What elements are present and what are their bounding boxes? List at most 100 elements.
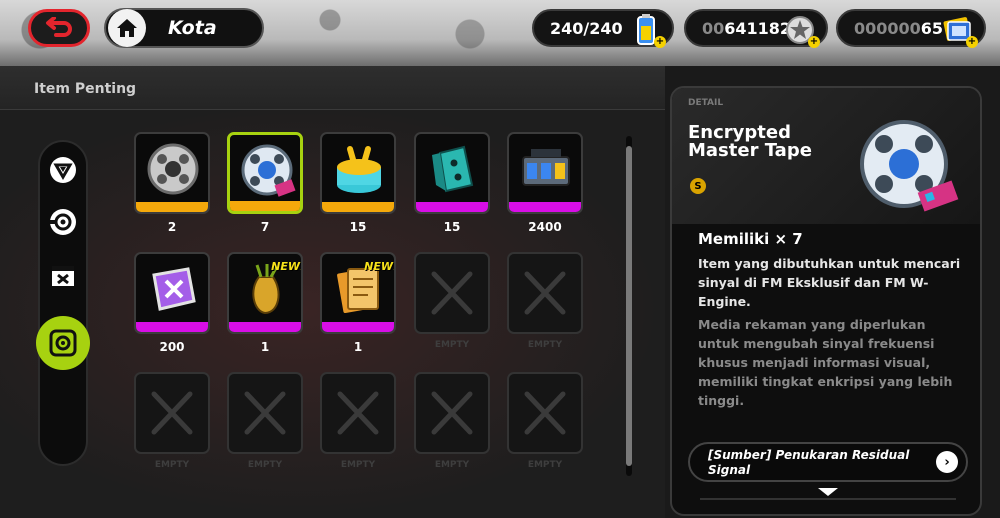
battery-icon: + <box>628 12 666 48</box>
battery-counter[interactable]: 240/240 + <box>532 9 674 48</box>
item-slot[interactable]: 15 <box>320 132 396 236</box>
rarity-bar <box>322 202 394 212</box>
battery-value: 240/240 <box>550 18 623 38</box>
empty-card <box>227 372 303 454</box>
ticket-counter[interactable]: 000000 65 + <box>836 9 986 48</box>
empty-label: EMPTY <box>527 460 563 470</box>
battery-pack-icon <box>515 139 577 199</box>
item-card[interactable]: NEW! <box>227 252 303 334</box>
divider <box>700 498 956 500</box>
empty-slot: EMPTY <box>414 372 490 476</box>
item-card[interactable] <box>227 132 303 214</box>
owned-count: Memiliki × 7 <box>698 230 803 248</box>
item-card[interactable]: NEW! <box>320 252 396 334</box>
location-label: Kota <box>168 17 217 39</box>
item-slot[interactable]: NEW! 1 <box>320 252 396 356</box>
item-slot-selected[interactable]: 7 <box>227 132 303 236</box>
empty-x-icon <box>244 391 286 435</box>
hollow-triangle-icon <box>50 157 76 183</box>
item-card[interactable] <box>414 132 490 214</box>
rarity-bar <box>230 201 300 211</box>
empty-slot: EMPTY <box>320 372 396 476</box>
item-count: 1 <box>260 340 270 354</box>
detail-header: DETAIL Encrypted Master Tape S <box>672 88 980 224</box>
add-ticket-icon[interactable]: + <box>966 36 978 48</box>
empty-card <box>414 372 490 454</box>
empty-label: EMPTY <box>527 340 563 350</box>
source-button[interactable]: [Sumber] Penukaran Residual Signal › <box>688 442 968 482</box>
empty-x-icon <box>431 391 473 435</box>
purple-crystal-icon <box>142 259 204 319</box>
polychrome-icon: + <box>782 12 820 48</box>
bangboo-cake-icon <box>328 139 390 199</box>
item-slot[interactable]: 200 <box>134 252 210 356</box>
ticket-icon: + <box>940 12 978 48</box>
chevron-down-icon[interactable] <box>818 488 838 496</box>
rarity-bar <box>229 322 301 332</box>
add-battery-icon[interactable]: + <box>654 36 666 48</box>
item-slot[interactable]: 2 <box>134 132 210 236</box>
new-badge: NEW! <box>271 260 303 273</box>
item-card[interactable] <box>134 252 210 334</box>
empty-x-icon <box>524 271 566 315</box>
section-header: Item Penting <box>0 66 665 110</box>
home-icon[interactable] <box>108 9 146 47</box>
item-count: 200 <box>159 340 185 354</box>
item-card[interactable] <box>507 132 583 214</box>
polychrome-counter[interactable]: 00 641182 + <box>684 9 828 48</box>
scrollbar-thumb[interactable] <box>626 146 632 466</box>
film-reel-icon <box>142 139 204 199</box>
empty-x-icon <box>337 391 379 435</box>
empty-slot: EMPTY <box>507 252 583 356</box>
item-slot[interactable]: 2400 <box>507 132 583 236</box>
item-description: Item yang dibutuhkan untuk mencari sinya… <box>698 256 961 309</box>
item-count: 15 <box>349 220 367 234</box>
empty-card <box>414 252 490 334</box>
inventory-scrollbar[interactable] <box>626 136 632 476</box>
box-x-icon <box>52 266 74 286</box>
tab-hollow-category[interactable] <box>45 152 81 188</box>
ticket-dim: 000000 <box>854 18 921 38</box>
item-slot[interactable]: NEW! 1 <box>227 252 303 356</box>
rank-s-icon: S <box>690 178 706 194</box>
disc-icon <box>50 209 76 235</box>
tab-important-items[interactable] <box>36 316 90 370</box>
empty-x-icon <box>524 391 566 435</box>
empty-label: EMPTY <box>340 460 376 470</box>
item-count: 7 <box>260 220 270 234</box>
section-title: Item Penting <box>34 81 137 97</box>
master-tape-large-icon <box>852 114 962 222</box>
dice-cube-icon <box>422 139 484 199</box>
empty-label: EMPTY <box>247 460 283 470</box>
empty-slot: EMPTY <box>227 372 303 476</box>
empty-card <box>134 372 210 454</box>
item-count: 15 <box>443 220 461 234</box>
detail-panel: DETAIL Encrypted Master Tape S Memiliki … <box>670 86 982 516</box>
empty-label: EMPTY <box>154 460 190 470</box>
item-card[interactable] <box>134 132 210 214</box>
empty-slot: EMPTY <box>507 372 583 476</box>
tab-box-category[interactable] <box>45 258 81 294</box>
rarity-bar <box>136 322 208 332</box>
back-arrow-icon <box>46 17 72 37</box>
item-slot[interactable]: 15 <box>414 132 490 236</box>
tab-disc-category[interactable] <box>45 204 81 240</box>
rarity-bar <box>136 202 208 212</box>
rarity-bar <box>416 202 488 212</box>
empty-slot: EMPTY <box>134 372 210 476</box>
top-bar: Kota 240/240 + 00 641182 + 000000 65 + <box>0 0 1000 66</box>
rarity-bar <box>322 322 394 332</box>
polychrome-dim: 00 <box>702 18 725 38</box>
item-count: 2400 <box>528 220 562 234</box>
add-polychrome-icon[interactable]: + <box>808 36 820 48</box>
empty-label: EMPTY <box>434 460 470 470</box>
empty-x-icon <box>151 391 193 435</box>
detail-tag: DETAIL <box>688 98 724 108</box>
empty-slot: EMPTY <box>414 252 490 356</box>
back-button[interactable] <box>28 9 90 47</box>
empty-card <box>507 372 583 454</box>
chevron-right-icon[interactable]: › <box>936 451 958 473</box>
empty-x-icon <box>431 271 473 315</box>
item-card[interactable] <box>320 132 396 214</box>
location-pill[interactable]: Kota <box>104 8 264 48</box>
